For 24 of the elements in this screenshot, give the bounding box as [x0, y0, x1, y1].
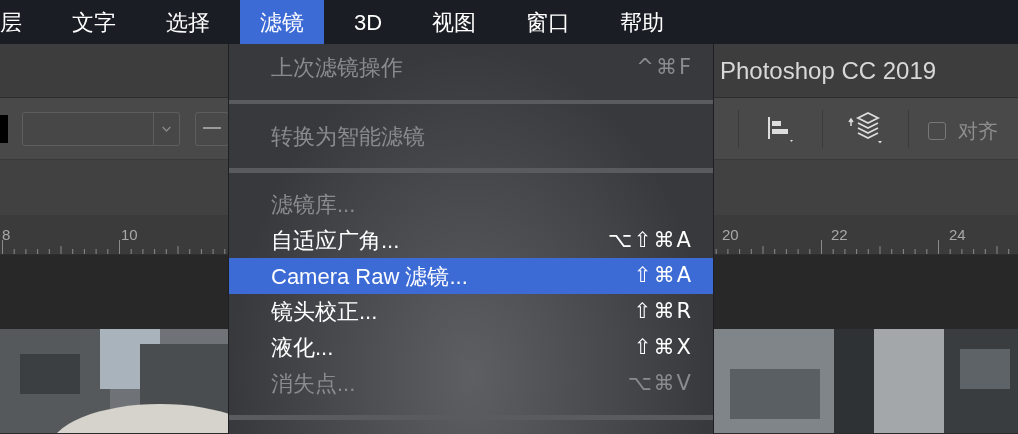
- menu-item[interactable]: 自适应广角... ⌥⇧⌘A: [229, 222, 713, 259]
- line-icon: [203, 127, 221, 130]
- ruler-label: 24: [949, 227, 966, 242]
- ruler-label: 10: [121, 227, 138, 242]
- menu-item[interactable]: Camera Raw 滤镜... ⇧⌘A: [229, 258, 713, 295]
- menu-item[interactable]: 滤镜: [240, 0, 324, 44]
- menu-item[interactable]: 视图: [412, 0, 497, 44]
- ruler-label: 8: [2, 227, 11, 242]
- color-swatch[interactable]: [0, 114, 8, 143]
- menu-item[interactable]: 窗口: [506, 0, 591, 44]
- checkbox[interactable]: [928, 122, 946, 140]
- ruler-label: 20: [722, 227, 739, 242]
- menu-item[interactable]: 3D: [334, 0, 403, 44]
- menu-item[interactable]: 层: [0, 0, 42, 44]
- menu-item[interactable]: 帮助: [600, 0, 685, 44]
- menu-item[interactable]: 液化... ⇧⌘X: [229, 329, 713, 366]
- dropdown-field[interactable]: [22, 111, 180, 146]
- menu-item[interactable]: 选择: [146, 0, 230, 44]
- menu-item[interactable]: 镜头校正... ⇧⌘R: [229, 294, 713, 330]
- checkbox-label: 对齐: [958, 119, 998, 144]
- align-left-icon[interactable]: [766, 114, 796, 144]
- window-title: Photoshop CC 2019: [720, 55, 937, 86]
- ruler-label: 22: [831, 227, 848, 242]
- menu-item[interactable]: 文字: [52, 0, 136, 44]
